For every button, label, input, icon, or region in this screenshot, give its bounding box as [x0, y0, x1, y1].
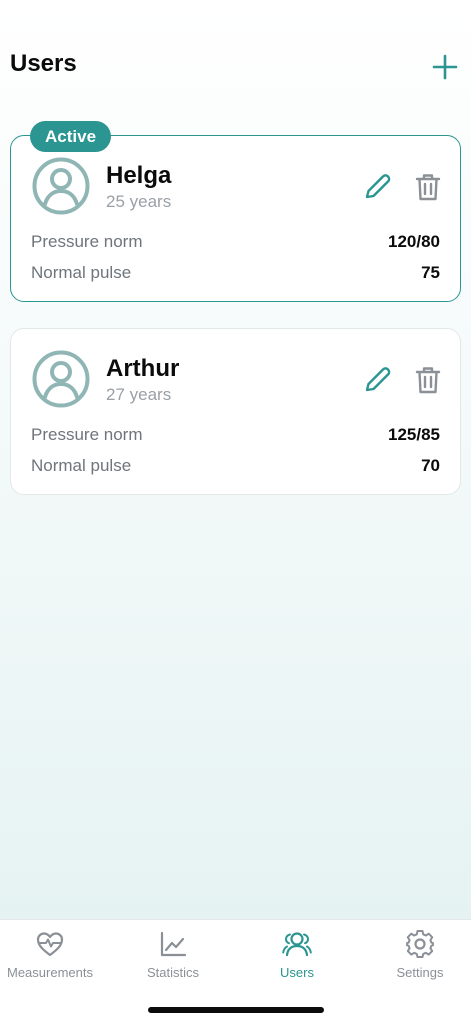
tab-settings[interactable]: Settings	[361, 920, 471, 990]
users-icon	[282, 932, 312, 957]
avatar-icon	[32, 157, 90, 215]
plus-icon	[432, 54, 458, 80]
gear-icon	[406, 930, 434, 958]
pulse-value: 75	[421, 263, 440, 282]
user-age: 25 years	[106, 192, 172, 211]
pulse-label: Normal pulse	[31, 456, 132, 475]
tab-measurements[interactable]: Measurements	[0, 920, 109, 990]
chart-line-icon	[160, 931, 187, 957]
pulse-label: Normal pulse	[31, 263, 132, 282]
tab-users[interactable]: Users	[238, 920, 356, 990]
page-title: Users	[10, 50, 77, 77]
trash-icon	[415, 367, 441, 394]
tab-label: Settings	[396, 965, 444, 980]
user-card-arthur[interactable]: Arthur 27 years Pressure norm 125/85 Nor…	[10, 328, 461, 495]
home-indicator[interactable]	[148, 1007, 324, 1013]
user-card-helga[interactable]: Active Helga 25 years Pressure norm 120/…	[10, 121, 461, 302]
pressure-value: 125/85	[388, 425, 440, 444]
pressure-label: Pressure norm	[31, 425, 143, 444]
delete-user-button[interactable]	[410, 169, 446, 205]
tab-label: Users	[280, 965, 314, 980]
pencil-icon	[365, 174, 391, 199]
edit-user-button[interactable]	[359, 362, 395, 398]
header: Users	[0, 40, 471, 92]
heart-pulse-icon	[36, 932, 64, 957]
delete-user-button[interactable]	[410, 362, 446, 398]
user-name: Helga	[106, 162, 172, 189]
user-name: Arthur	[106, 355, 180, 382]
user-age: 27 years	[106, 385, 172, 404]
pencil-icon	[365, 367, 391, 392]
trash-icon	[415, 174, 441, 201]
pressure-value: 120/80	[388, 232, 440, 251]
tab-statistics[interactable]: Statistics	[114, 920, 232, 990]
edit-user-button[interactable]	[359, 169, 395, 205]
pulse-value: 70	[421, 456, 440, 475]
pressure-label: Pressure norm	[31, 232, 143, 251]
add-user-button[interactable]	[428, 50, 462, 84]
avatar-icon	[32, 350, 90, 408]
tab-label: Measurements	[7, 965, 93, 980]
active-badge: Active	[30, 121, 112, 152]
tab-label: Statistics	[146, 965, 199, 980]
